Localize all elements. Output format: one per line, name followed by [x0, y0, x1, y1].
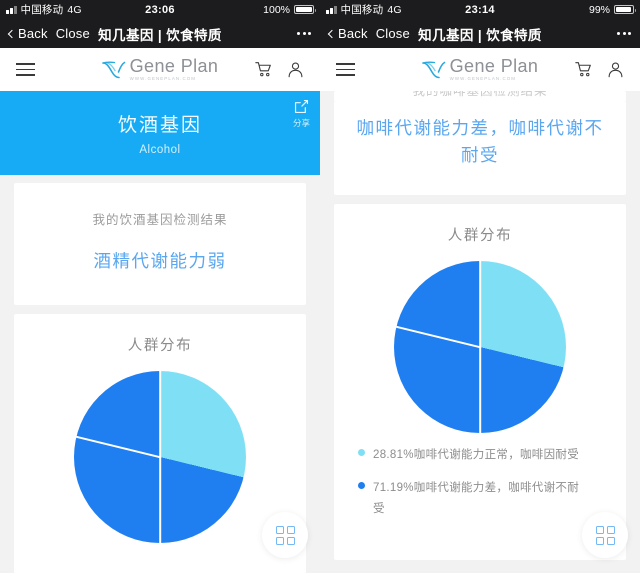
- battery-icon: [294, 4, 316, 15]
- back-button[interactable]: Back: [7, 26, 48, 41]
- chart-legend: 28.81%咖啡代谢能力正常，咖啡因耐受 71.19%咖啡代谢能力差，咖啡代谢不…: [348, 437, 612, 545]
- brand-logo-text: Gene Plan WWW.GENEPLAN.COM: [450, 57, 539, 81]
- hero-subtitle: Alcohol: [139, 144, 181, 156]
- result-value: 酒精代谢能力弱: [93, 251, 227, 271]
- result-card: 咖啡代谢能力差，咖啡代谢不耐受: [334, 101, 626, 196]
- pie-slice-divider: [396, 326, 481, 349]
- share-button[interactable]: 分享: [293, 98, 310, 129]
- result-value: 咖啡代谢能力差，咖啡代谢不耐受: [356, 118, 604, 166]
- close-button[interactable]: Close: [376, 26, 410, 41]
- more-dots-icon[interactable]: [617, 32, 631, 35]
- pie-slice-divider: [159, 457, 161, 544]
- brand-logo-text: Gene Plan WWW.GENEPLAN.COM: [130, 57, 219, 81]
- app-header: Gene Plan WWW.GENEPLAN.COM: [0, 48, 320, 91]
- pie-chart-wrapper: [28, 365, 292, 547]
- more-dots-icon[interactable]: [297, 32, 311, 35]
- hero-title: 饮酒基因: [117, 115, 202, 136]
- screen-right: 中国移动 4G 23:14 99% Back Close 知几基因 | 饮食特质: [320, 0, 640, 573]
- chevron-left-icon: [327, 29, 337, 38]
- hero-banner: 饮酒基因 Alcohol 分享: [0, 91, 320, 175]
- status-bar-clock: 23:06: [145, 3, 175, 16]
- legend-color-swatch: [358, 482, 365, 490]
- pie-slice-divider: [479, 261, 481, 348]
- back-button[interactable]: Back: [327, 26, 368, 41]
- app-header-actions: [255, 61, 304, 78]
- page-content-right[interactable]: 我的咖啡基因检测结果 咖啡代谢能力差，咖啡代谢不耐受 人群分布 28.81%咖啡…: [320, 91, 640, 573]
- brand-name: Gene Plan: [129, 56, 219, 77]
- screen-left: 中国移动 4G 23:06 100% Back Close 知几基因 | 饮食特…: [0, 0, 320, 573]
- pie-chart: [394, 261, 566, 434]
- pie-chart-wrapper: [348, 255, 612, 437]
- chart-title: 人群分布: [127, 338, 193, 355]
- legend-label: 71.19%咖啡代谢能力差，咖啡代谢不耐受: [373, 482, 580, 515]
- chevron-left-icon: [7, 29, 17, 38]
- status-bar: 中国移动 4G 23:06 100%: [0, 0, 320, 19]
- hamburger-menu-icon[interactable]: [336, 63, 355, 76]
- shopping-cart-icon[interactable]: [255, 61, 272, 78]
- grid-apps-button[interactable]: [262, 512, 308, 558]
- grid-apps-button[interactable]: [582, 512, 628, 558]
- chart-title: 人群分布: [447, 228, 513, 245]
- back-button-label: Back: [338, 26, 368, 41]
- nav-left-group: Back Close: [327, 26, 410, 41]
- legend-item: 71.19%咖啡代谢能力差，咖啡代谢不耐受: [358, 478, 606, 518]
- grid-apps-icon: [275, 525, 295, 545]
- legend-item: 28.81%咖啡代谢能力正常，咖啡因耐受: [358, 445, 606, 465]
- pie-chart: [74, 371, 246, 544]
- population-chart-card: 人群分布 28.81%咖啡代谢能力正常，咖啡因耐受 71.19%咖啡代谢能力差，…: [334, 204, 626, 560]
- shopping-cart-icon[interactable]: [575, 61, 592, 78]
- back-button-label: Back: [18, 26, 48, 41]
- dual-screenshot-container: 中国移动 4G 23:06 100% Back Close 知几基因 | 饮食特…: [0, 0, 640, 573]
- legend-label: 28.81%咖啡代谢能力正常，咖啡因耐受: [373, 449, 580, 462]
- webview-nav-bar: Back Close 知几基因 | 饮食特质: [0, 19, 320, 48]
- user-account-icon[interactable]: [287, 61, 304, 78]
- geneplan-mark-icon: [101, 61, 125, 78]
- nav-left-group: Back Close: [7, 26, 90, 41]
- brand-url: WWW.GENEPLAN.COM: [129, 76, 197, 82]
- brand-url: WWW.GENEPLAN.COM: [449, 76, 517, 82]
- pie-slice-divider: [479, 347, 481, 434]
- share-icon: [294, 99, 309, 114]
- status-bar: 中国移动 4G 23:14 99%: [320, 0, 640, 19]
- battery-icon: [614, 4, 636, 15]
- result-label: 我的咖啡基因检测结果: [412, 91, 548, 98]
- webview-nav-bar: Back Close 知几基因 | 饮食特质: [320, 19, 640, 48]
- status-bar-clock: 23:14: [465, 3, 495, 16]
- result-label: 我的饮酒基因检测结果: [92, 213, 228, 227]
- brand-name: Gene Plan: [449, 56, 539, 77]
- app-header: Gene Plan WWW.GENEPLAN.COM: [320, 48, 640, 91]
- grid-apps-icon: [595, 525, 615, 545]
- geneplan-mark-icon: [421, 61, 445, 78]
- user-account-icon[interactable]: [607, 61, 624, 78]
- share-label: 分享: [292, 118, 310, 128]
- pie-slice-divider: [76, 435, 161, 458]
- pie-slice-divider: [159, 371, 161, 458]
- close-button[interactable]: Close: [56, 26, 90, 41]
- app-header-actions: [575, 61, 624, 78]
- page-content-left[interactable]: 饮酒基因 Alcohol 分享 我的饮酒基因检测结果 酒精代谢能力弱 人群分布: [0, 91, 320, 573]
- result-label-clipped: 我的咖啡基因检测结果: [334, 91, 626, 101]
- result-card: 我的饮酒基因检测结果 酒精代谢能力弱: [14, 183, 306, 306]
- hamburger-menu-icon[interactable]: [16, 63, 35, 76]
- legend-color-swatch: [358, 449, 365, 457]
